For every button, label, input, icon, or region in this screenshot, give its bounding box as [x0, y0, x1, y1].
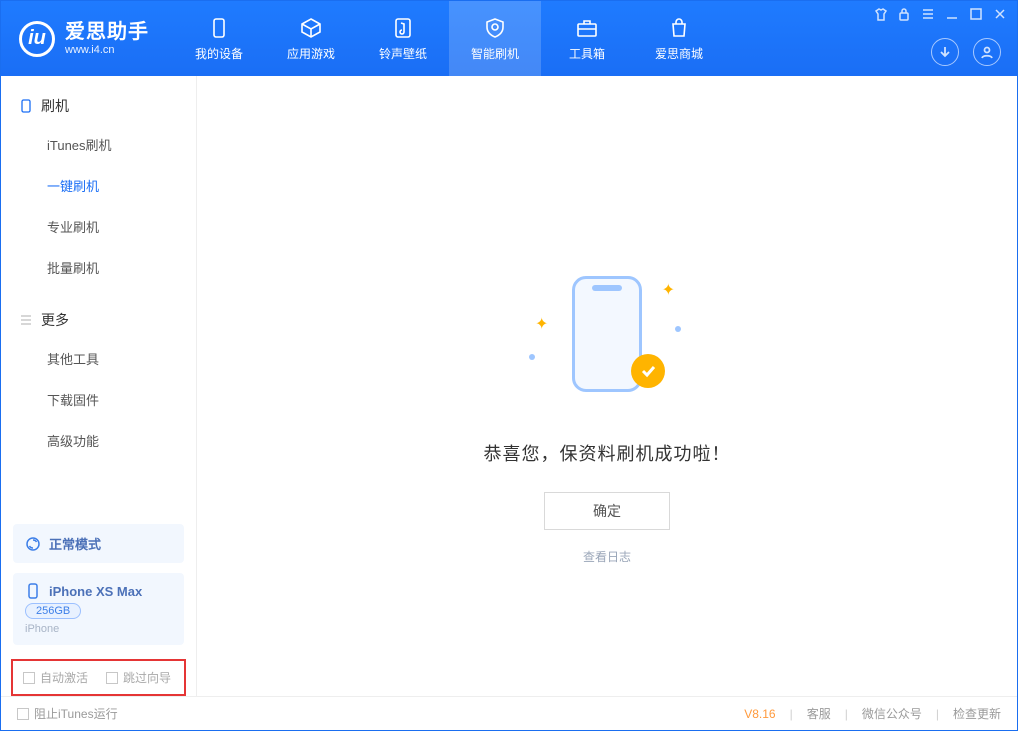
device-card[interactable]: iPhone XS Max 256GB iPhone	[13, 573, 184, 645]
mode-label: 正常模式	[49, 534, 101, 553]
version-label: V8.16	[744, 707, 775, 721]
brand-url: www.i4.cn	[65, 44, 149, 57]
shield-icon	[482, 15, 508, 41]
tab-label: 我的设备	[195, 45, 243, 62]
close-icon[interactable]	[993, 7, 1007, 21]
sidebar-item[interactable]: 其他工具	[1, 338, 196, 379]
tab-label: 爱思商城	[655, 45, 703, 62]
tab-label: 工具箱	[569, 45, 605, 62]
phone-icon	[25, 583, 41, 599]
check-icon	[631, 354, 665, 388]
toolbox-icon	[574, 15, 600, 41]
note-icon	[390, 15, 416, 41]
lock-icon[interactable]	[897, 7, 911, 21]
refresh-icon	[25, 536, 41, 552]
footer-link-update[interactable]: 检查更新	[953, 705, 1001, 722]
top-tabs: 我的设备 应用游戏 铃声壁纸 智能刷机 工具箱 爱思商城	[173, 1, 725, 76]
tab-toolbox[interactable]: 工具箱	[541, 1, 633, 76]
maximize-icon[interactable]	[969, 7, 983, 21]
tab-note[interactable]: 铃声壁纸	[357, 1, 449, 76]
main-pane: ✦✦ 恭喜您，保资料刷机成功啦！ 确定 查看日志	[197, 76, 1017, 696]
sidebar-item[interactable]: 高级功能	[1, 420, 196, 461]
user-button[interactable]	[973, 38, 1001, 66]
sidebar-group-flash[interactable]: 刷机	[1, 88, 196, 124]
skip-guide-checkbox[interactable]: 跳过向导	[106, 669, 171, 686]
bag-icon	[666, 15, 692, 41]
brand-name: 爱思助手	[65, 21, 149, 44]
tab-label: 智能刷机	[471, 45, 519, 62]
sidebar-item[interactable]: 下载固件	[1, 379, 196, 420]
mode-card[interactable]: 正常模式	[13, 524, 184, 563]
body: 刷机 iTunes刷机一键刷机专业刷机批量刷机 更多 其他工具下载固件高级功能 …	[1, 76, 1017, 696]
app-window: iu 爱思助手 www.i4.cn 我的设备 应用游戏 铃声壁纸 智能刷机 工具箱 爱思商…	[0, 0, 1018, 731]
success-text: 恭喜您，保资料刷机成功啦！	[484, 440, 731, 466]
cube-icon	[298, 15, 324, 41]
tab-cube[interactable]: 应用游戏	[265, 1, 357, 76]
device-name: iPhone XS Max	[49, 584, 142, 599]
topbar: iu 爱思助手 www.i4.cn 我的设备 应用游戏 铃声壁纸 智能刷机 工具箱 爱思商…	[1, 1, 1017, 76]
device-capacity: 256GB	[25, 603, 81, 619]
phone-outline-icon	[19, 99, 33, 113]
download-button[interactable]	[931, 38, 959, 66]
highlighted-checkbox-row: 自动激活 跳过向导	[11, 659, 186, 696]
sidebar-item[interactable]: 批量刷机	[1, 247, 196, 288]
window-controls	[873, 7, 1007, 21]
minimize-icon[interactable]	[945, 7, 959, 21]
tab-label: 铃声壁纸	[379, 45, 427, 62]
sidebar-item[interactable]: 一键刷机	[1, 165, 196, 206]
footer-link-wechat[interactable]: 微信公众号	[862, 705, 922, 722]
block-itunes-checkbox[interactable]: 阻止iTunes运行	[17, 705, 118, 722]
sidebar-item[interactable]: 专业刷机	[1, 206, 196, 247]
device-icon	[206, 15, 232, 41]
logo[interactable]: iu 爱思助手 www.i4.cn	[1, 1, 167, 76]
ok-button[interactable]: 确定	[544, 492, 670, 530]
menu-icon[interactable]	[921, 7, 935, 21]
tab-label: 应用游戏	[287, 45, 335, 62]
tab-shield[interactable]: 智能刷机	[449, 1, 541, 76]
sidebar: 刷机 iTunes刷机一键刷机专业刷机批量刷机 更多 其他工具下载固件高级功能 …	[1, 76, 197, 696]
shirt-icon[interactable]	[873, 7, 887, 21]
tab-device[interactable]: 我的设备	[173, 1, 265, 76]
logo-icon: iu	[19, 21, 55, 57]
auto-activate-checkbox[interactable]: 自动激活	[23, 669, 88, 686]
view-log-link[interactable]: 查看日志	[583, 548, 631, 565]
top-actions	[931, 38, 1001, 66]
device-type: iPhone	[25, 623, 172, 635]
sidebar-item[interactable]: iTunes刷机	[1, 124, 196, 165]
sidebar-group-more[interactable]: 更多	[1, 302, 196, 338]
list-icon	[19, 313, 33, 327]
tab-bag[interactable]: 爱思商城	[633, 1, 725, 76]
footer-link-support[interactable]: 客服	[807, 705, 831, 722]
footer: 阻止iTunes运行 V8.16 | 客服 | 微信公众号 | 检查更新	[1, 696, 1017, 730]
success-illustration: ✦✦	[547, 276, 667, 396]
